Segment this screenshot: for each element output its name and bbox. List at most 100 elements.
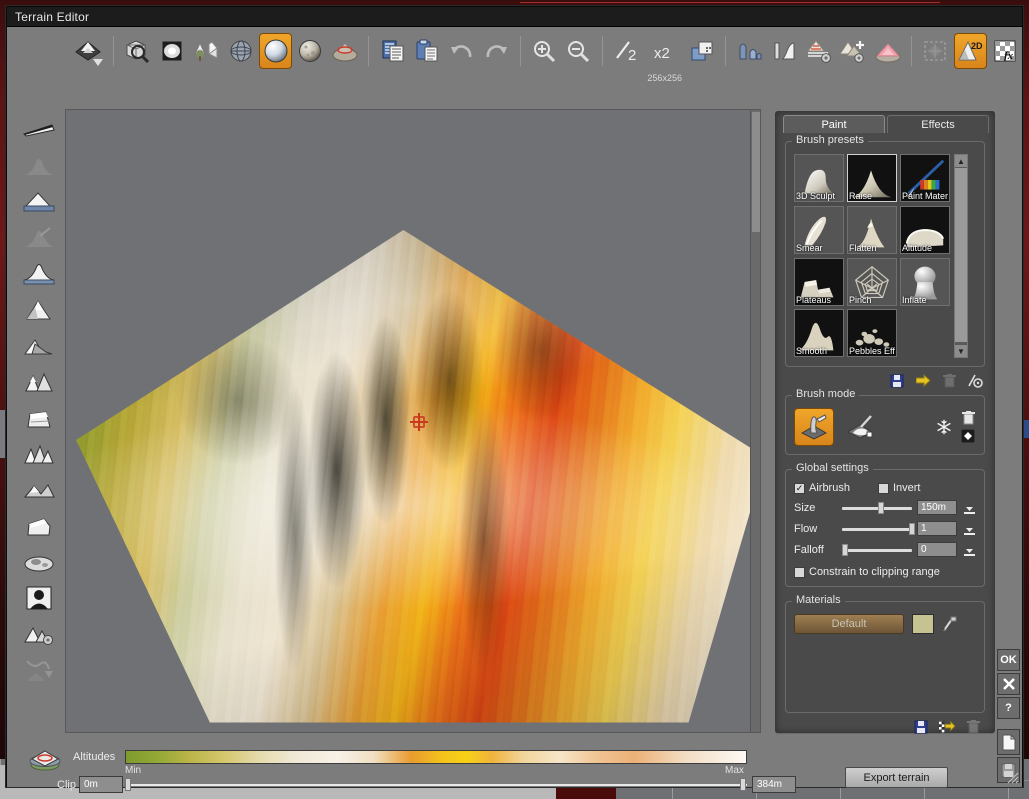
airbrush-checkbox[interactable]: ✓ xyxy=(794,482,805,494)
toolbar-view-2d[interactable]: 2D xyxy=(953,33,987,69)
material-color-swatch[interactable] xyxy=(912,614,934,634)
size-slider[interactable] xyxy=(842,501,912,515)
save-material-button[interactable] xyxy=(913,719,929,735)
flow-slider-knob[interactable] xyxy=(908,522,915,535)
delete-material-button[interactable] xyxy=(965,719,981,735)
toolbar-heightfield[interactable] xyxy=(156,33,189,69)
falloff-value-field[interactable]: 0 xyxy=(917,542,957,557)
falloff-reset-icon[interactable] xyxy=(962,543,976,556)
toolbar-halve-resolution[interactable]: 2 xyxy=(610,33,646,69)
tab-paint[interactable]: Paint xyxy=(783,115,885,133)
toolbar-zoom-in[interactable] xyxy=(528,33,561,69)
toolbar-inspect[interactable] xyxy=(121,33,154,69)
toolbar-resize-canvas[interactable] xyxy=(686,33,719,69)
clear-button[interactable] xyxy=(960,410,976,426)
airbrush-checkbox-row[interactable]: ✓ Airbrush xyxy=(794,482,850,494)
sculpt-mode-button[interactable] xyxy=(794,408,834,446)
tool-peak-sharp[interactable] xyxy=(18,259,60,289)
clip-min-field[interactable]: 0m xyxy=(79,776,123,793)
save-preset-button[interactable] xyxy=(889,373,905,389)
tool-ridges[interactable] xyxy=(18,439,60,469)
clip-max-knob[interactable] xyxy=(740,778,746,791)
terrain-viewport[interactable] xyxy=(65,109,761,733)
invert-checkbox[interactable] xyxy=(877,482,889,494)
toolbar-vegetation[interactable] xyxy=(190,33,223,69)
size-slider-knob[interactable] xyxy=(878,501,885,514)
toolbar-redo[interactable] xyxy=(480,33,513,69)
flow-slider[interactable] xyxy=(842,522,915,536)
size-value-field[interactable]: 150m xyxy=(917,500,957,515)
fill-button[interactable] xyxy=(960,428,976,444)
toolbar-terrain-settings[interactable] xyxy=(802,33,835,69)
preset-plateaus[interactable]: Plateaus xyxy=(794,257,844,306)
constrain-checkbox-row[interactable]: Constrain to clipping range xyxy=(794,566,976,578)
preset-3d-sculpt[interactable]: 3D Sculpt xyxy=(794,154,844,202)
toolbar-copy[interactable] xyxy=(376,33,409,69)
tool-hills[interactable] xyxy=(18,475,60,505)
preset-raise[interactable]: Raise xyxy=(847,154,897,202)
clip-range-track[interactable] xyxy=(128,784,747,786)
tool-flow-arrow[interactable] xyxy=(18,655,60,685)
ok-button[interactable]: OK xyxy=(997,649,1020,671)
altitude-gradient-bar[interactable] xyxy=(125,750,747,764)
tool-mountain-c[interactable] xyxy=(18,367,60,397)
toolbar-curve-adjust[interactable] xyxy=(768,33,801,69)
toolbar-rough-sphere[interactable] xyxy=(294,33,327,69)
export-material-button[interactable] xyxy=(939,719,955,735)
clip-min-knob[interactable] xyxy=(125,778,131,791)
resize-grip-icon[interactable] xyxy=(1005,770,1019,784)
toolbar-zoom-out[interactable] xyxy=(562,33,595,69)
flow-reset-icon[interactable] xyxy=(962,522,976,535)
tool-peak-brush[interactable] xyxy=(18,223,60,253)
preset-smear[interactable]: Smear xyxy=(794,205,844,254)
terrain-dropdown-arrow-icon[interactable] xyxy=(93,59,103,67)
toolbar-planet[interactable] xyxy=(225,33,258,69)
tool-mountain-a[interactable] xyxy=(18,295,60,325)
toolbar-select-mask[interactable] xyxy=(919,33,952,69)
size-reset-icon[interactable] xyxy=(962,501,976,514)
preset-flatten[interactable]: Flatten xyxy=(847,205,897,254)
cancel-button[interactable] xyxy=(997,673,1020,695)
toolbar-undo[interactable] xyxy=(445,33,478,69)
preset-altitude[interactable]: Altitude xyxy=(900,205,950,254)
tool-crater[interactable] xyxy=(18,547,60,577)
toolbar-paste[interactable] xyxy=(411,33,444,69)
eyedropper-brush-icon[interactable] xyxy=(942,616,958,632)
tool-portrait-mask[interactable] xyxy=(18,583,60,613)
viewport-scrollbar-thumb[interactable] xyxy=(752,112,760,232)
help-button[interactable]: ? xyxy=(997,697,1020,719)
material-default-button[interactable]: Default xyxy=(794,614,904,634)
preset-inflate[interactable]: Inflate xyxy=(900,257,950,306)
preset-pebbles-eff[interactable]: Pebbles Eff xyxy=(847,309,897,358)
preset-smooth[interactable]: Smooth xyxy=(794,309,844,358)
toolbar-effects-fx[interactable]: fx xyxy=(989,33,1022,69)
invert-checkbox-row[interactable]: Invert xyxy=(877,482,920,494)
viewport-scrollbar[interactable] xyxy=(750,110,760,732)
apply-preset-button[interactable] xyxy=(915,373,931,389)
constrain-checkbox[interactable] xyxy=(794,566,805,578)
tool-mesa[interactable] xyxy=(18,403,60,433)
preset-pinch[interactable]: Pinch xyxy=(847,257,897,306)
tab-effects[interactable]: Effects xyxy=(887,115,989,133)
brush-presets-scroll-thumb[interactable] xyxy=(955,168,967,342)
toolbar-paint-terrain[interactable] xyxy=(872,33,905,69)
tool-peak-ghost[interactable] xyxy=(18,151,60,181)
toolbar-double-resolution[interactable]: x2 xyxy=(648,33,684,69)
tool-erosion-gear[interactable] xyxy=(18,619,60,649)
clip-max-field[interactable]: 384m xyxy=(752,776,796,793)
scroll-up-icon[interactable]: ▲ xyxy=(955,155,967,167)
paint-mode-button[interactable] xyxy=(840,408,880,446)
brush-presets-scrollbar[interactable]: ▲ ▼ xyxy=(954,154,968,358)
tool-flat[interactable] xyxy=(18,115,60,145)
toolbar-add-terrain[interactable] xyxy=(837,33,870,69)
tool-peak-water[interactable] xyxy=(18,187,60,217)
preset-paint-material[interactable]: Paint Mater xyxy=(900,154,950,202)
freeze-button[interactable] xyxy=(936,419,952,435)
export-terrain-button[interactable]: Export terrain xyxy=(845,767,948,788)
toolbar-smooth-sphere[interactable] xyxy=(259,33,293,69)
scroll-down-icon[interactable]: ▼ xyxy=(955,345,967,357)
tool-plateau[interactable] xyxy=(18,511,60,541)
falloff-slider-knob[interactable] xyxy=(842,543,848,556)
toolbar-histogram[interactable] xyxy=(733,33,766,69)
flow-value-field[interactable]: 1 xyxy=(917,521,957,536)
